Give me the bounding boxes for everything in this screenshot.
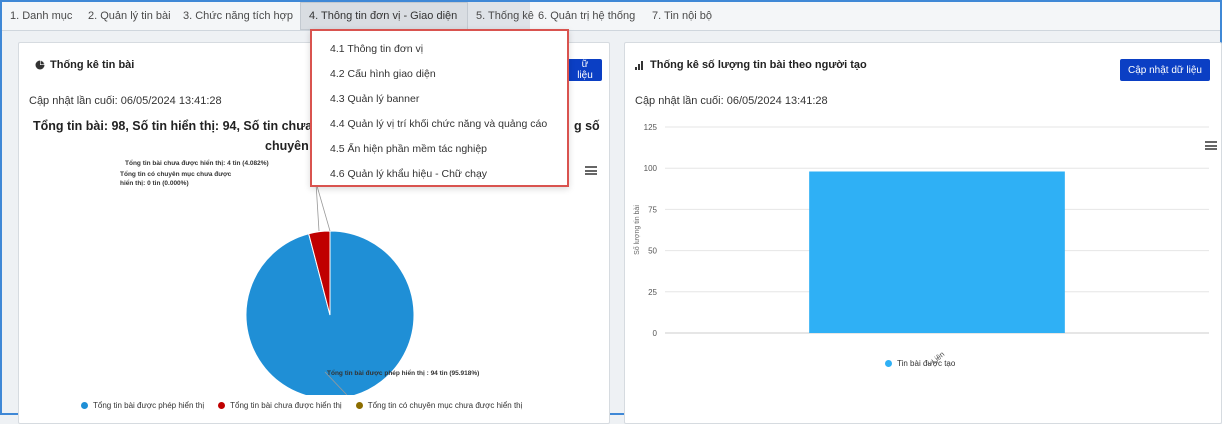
y-tick-label: 0 [653,329,658,338]
dropdown-item-4[interactable]: 4.4 Quản lý vị trí khối chức năng và quả… [330,118,547,130]
legend-dot-red-icon [218,402,226,409]
legend-item-category-hidden[interactable]: Tổng tin có chuyên mục chưa được hiển th… [355,401,523,410]
top-nav-bar: 1. Danh mục 2. Quản lý tin bài 3. Chức năn… [2,2,1220,31]
pie-chart-icon [35,60,45,70]
legend-label: Tổng tin bài chưa được hiển thị [230,401,342,410]
nav-tab-4[interactable]: 4. Thông tin đơn vị - Giao diện [300,2,468,30]
pie-label-category-hidden-line1: Tổng tin có chuyên mục chưa được [120,170,232,178]
dropdown-item-5[interactable]: 4.5 Ẩn hiện phần mềm tác nghiệp [330,143,487,155]
summary-line-left: Tổng tin bài: 98, Số tin hiển thị: 94, S… [33,119,324,133]
summary-line-right: g số [574,119,600,133]
legend-item-displayed[interactable]: Tổng tin bài được phép hiển thị [81,401,204,410]
nav-tab-6[interactable]: 6. Quản trị hệ thống [530,2,644,30]
legend-item-not-displayed[interactable]: Tổng tin bài chưa được hiển thị [218,401,342,410]
panel-title-text: Thống kê tin bài [50,59,135,71]
dropdown-item-2[interactable]: 4.2 Cấu hình giao diện [330,68,436,80]
nav-tab-1[interactable]: 1. Danh mục [2,2,80,30]
y-tick-label: 100 [644,164,658,173]
pie-chart: Tổng tin bài chưa được hiển thị: 4 tin (… [120,159,479,395]
pie-legend: Tổng tin bài được phép hiển thị Tổng tin… [81,401,536,410]
legend-dot-blue-icon [885,360,892,367]
legend-label: Tin bài được tạo [897,359,956,368]
nav-tab-5[interactable]: 5. Thống kê [468,2,534,30]
bar-chart-icon [635,61,643,70]
dropdown-item-3[interactable]: 4.3 Quản lý banner [330,93,419,105]
post-statistics-title: Thống kê tin bài [35,59,134,71]
y-tick-label: 75 [648,205,657,214]
nav-tab-7[interactable]: 7. Tin nội bộ [644,2,712,30]
pie-label-category-hidden-line2: hiển thị: 0 tin (0.000%) [120,179,189,187]
nav-tab-3[interactable]: 3. Chức năng tích hợp [175,2,300,30]
update-data-button[interactable]: ữ liệu [565,59,602,81]
legend-label: Tổng tin bài được phép hiển thị [93,401,205,410]
posts-by-creator-title: Thống kê số lượng tin bài theo người tạo [635,59,867,71]
posts-by-creator-panel: Thống kê số lượng tin bài theo người tạo… [624,42,1222,424]
y-tick-label: 125 [644,123,658,132]
bar-chart: 0255075100125 Số lượng tin bài Phương Li… [632,123,1209,365]
update-data-button[interactable]: Cập nhật dữ liệu [1120,59,1210,81]
summary-line-second: chuyên [265,139,309,153]
y-tick-label: 50 [648,247,657,256]
legend-item-posts-created[interactable]: Tin bài được tạo [885,359,955,368]
dropdown-item-6[interactable]: 4.6 Quản lý khẩu hiệu - Chữ chạy [330,168,487,180]
y-tick-label: 25 [648,288,657,297]
legend-dot-blue-icon [81,402,88,409]
pie-label-displayed: Tổng tin bài được phép hiển thị : 94 tin… [327,369,479,377]
dropdown-item-1[interactable]: 4.1 Thông tin đơn vị [330,43,423,55]
pie-label-not-displayed: Tổng tin bài chưa được hiển thị: 4 tin (… [125,159,269,167]
bar-posts-created[interactable] [809,171,1065,333]
last-updated-text: Cập nhật lần cuối: 06/05/2024 13:41:28 [29,95,222,107]
last-updated-text: Cập nhật lần cuối: 06/05/2024 13:41:28 [635,95,828,107]
panel-title-text: Thống kê số lượng tin bài theo người tạo [650,59,867,71]
legend-dot-olive-icon [355,402,363,409]
y-axis-label: Số lượng tin bài [632,205,641,255]
nav-tab-2[interactable]: 2. Quản lý tin bài [80,2,175,30]
legend-label: Tổng tin có chuyên mục chưa được hiển th… [367,401,523,410]
dropdown-menu-unit-info: 4.1 Thông tin đơn vị 4.2 Cấu hình giao di… [310,29,569,187]
bar-legend: Tin bài được tạo [885,359,969,368]
